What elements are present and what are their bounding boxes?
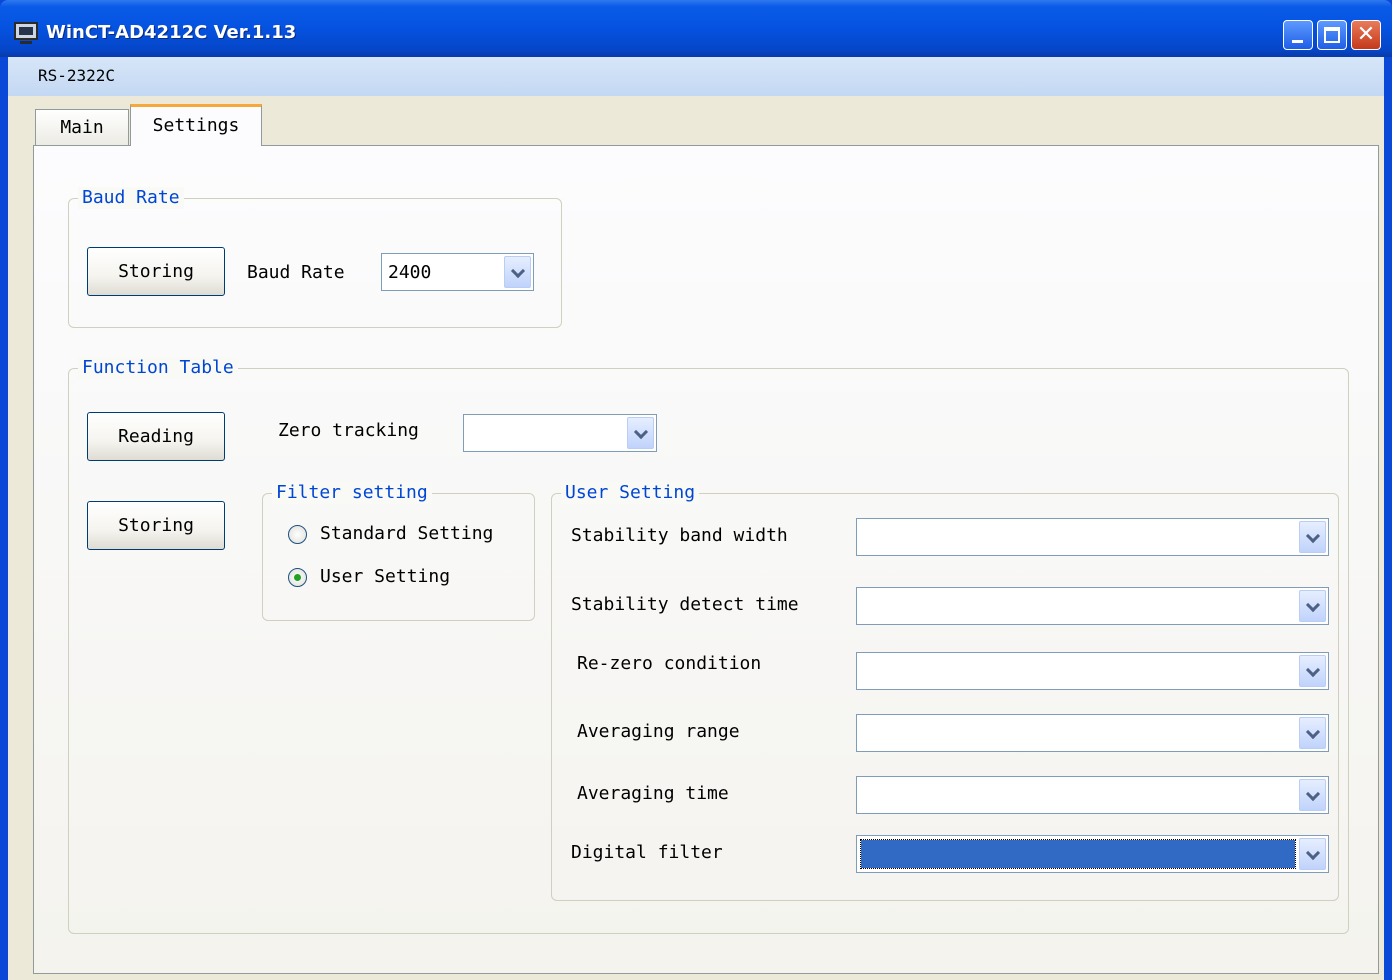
title-bar[interactable]: WinCT-AD4212C Ver.1.13 ✕ xyxy=(0,0,1392,57)
baud-rate-group: Baud Rate Storing Baud Rate 2400 xyxy=(68,187,562,328)
standard-setting-label[interactable]: Standard Setting xyxy=(320,523,493,545)
user-setting-radio[interactable] xyxy=(288,568,307,587)
user-setting-radio-label[interactable]: User Setting xyxy=(320,566,450,588)
stability-detect-time-select[interactable] xyxy=(856,587,1329,625)
baud-storing-button[interactable]: Storing xyxy=(87,247,225,296)
reading-button[interactable]: Reading xyxy=(87,412,225,461)
minimize-icon xyxy=(1292,40,1303,43)
selection-highlight xyxy=(860,839,1296,869)
averaging-range-label: Averaging range xyxy=(577,721,740,742)
zero-tracking-label: Zero tracking xyxy=(278,420,419,441)
filter-setting-legend: Filter setting xyxy=(272,482,432,504)
stability-band-width-label: Stability band width xyxy=(571,525,788,546)
window-title: WinCT-AD4212C Ver.1.13 xyxy=(46,22,297,43)
function-table-group: Function Table Reading Storing Zero trac… xyxy=(68,357,1349,934)
settings-panel: Baud Rate Storing Baud Rate 2400 Functio… xyxy=(33,145,1379,974)
user-setting-legend: User Setting xyxy=(561,482,700,504)
maximize-button[interactable] xyxy=(1317,20,1347,50)
chevron-down-icon[interactable] xyxy=(1299,655,1326,687)
function-table-legend: Function Table xyxy=(78,357,238,379)
stability-detect-time-label: Stability detect time xyxy=(571,594,799,615)
re-zero-condition-select[interactable] xyxy=(856,652,1329,690)
user-setting-group: User Setting Stability band width Stabil… xyxy=(551,482,1339,901)
close-icon: ✕ xyxy=(1356,22,1376,47)
digital-filter-select[interactable] xyxy=(856,835,1329,873)
tab-main[interactable]: Main xyxy=(35,109,129,145)
chevron-down-icon[interactable] xyxy=(627,417,654,449)
baud-rate-label: Baud Rate xyxy=(247,262,345,283)
standard-setting-radio[interactable] xyxy=(288,525,307,544)
averaging-time-select[interactable] xyxy=(856,776,1329,814)
filter-setting-group: Filter setting Standard Setting User Set… xyxy=(262,482,535,621)
app-window: WinCT-AD4212C Ver.1.13 ✕ RS-2322C Main S… xyxy=(0,0,1392,980)
baud-rate-select[interactable]: 2400 xyxy=(381,253,534,291)
close-button[interactable]: ✕ xyxy=(1351,20,1381,50)
tab-settings[interactable]: Settings xyxy=(130,104,262,146)
maximize-icon xyxy=(1324,27,1340,43)
chevron-down-icon[interactable] xyxy=(1299,838,1326,870)
stability-band-width-select[interactable] xyxy=(856,518,1329,556)
averaging-range-select[interactable] xyxy=(856,714,1329,752)
menu-bar: RS-2322C xyxy=(8,57,1384,96)
chevron-down-icon[interactable] xyxy=(1299,521,1326,553)
baud-rate-legend: Baud Rate xyxy=(78,187,184,209)
zero-tracking-select[interactable] xyxy=(463,414,657,452)
function-storing-button[interactable]: Storing xyxy=(87,501,225,550)
menu-item-rs232c[interactable]: RS-2322C xyxy=(38,66,115,85)
re-zero-condition-label: Re-zero condition xyxy=(577,653,762,674)
chevron-down-icon[interactable] xyxy=(1299,590,1326,622)
minimize-button[interactable] xyxy=(1283,20,1313,50)
averaging-time-label: Averaging time xyxy=(577,783,729,804)
chevron-down-icon[interactable] xyxy=(1299,717,1326,749)
monitor-icon[interactable] xyxy=(14,22,38,44)
digital-filter-label: Digital filter xyxy=(571,842,723,863)
client-area: Main Settings Baud Rate Storing Baud Rat… xyxy=(8,96,1384,980)
baud-rate-value: 2400 xyxy=(388,262,432,283)
chevron-down-icon[interactable] xyxy=(1299,779,1326,811)
chevron-down-icon[interactable] xyxy=(504,256,531,288)
